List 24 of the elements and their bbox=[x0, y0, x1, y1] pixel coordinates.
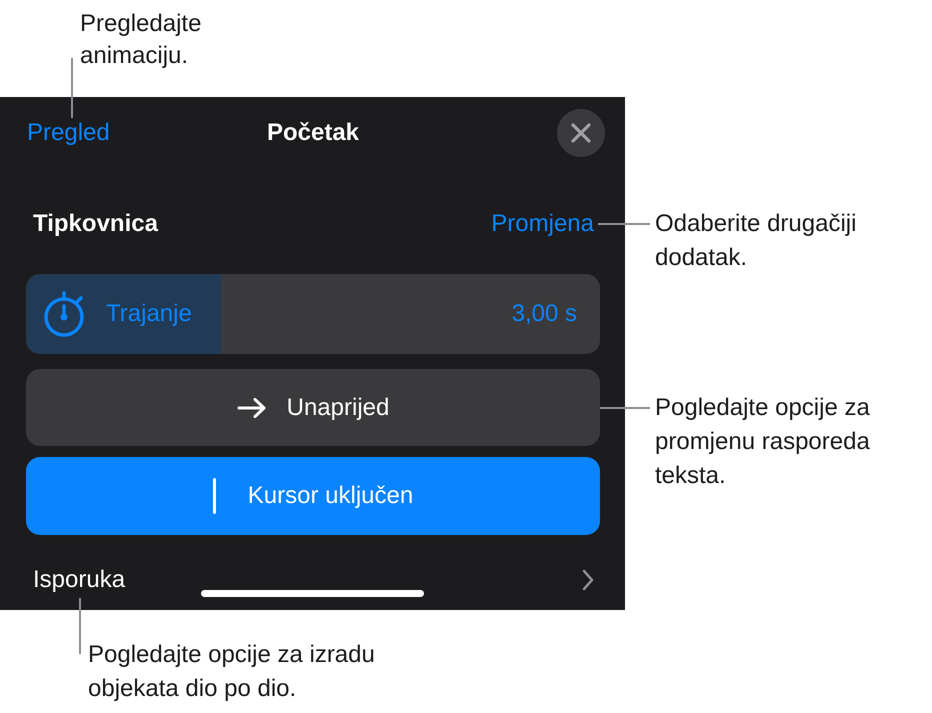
preview-button[interactable]: Pregled bbox=[27, 118, 110, 148]
text-cursor-icon bbox=[212, 478, 216, 514]
duration-label: Trajanje bbox=[106, 300, 192, 328]
cursor-toggle-button[interactable]: Kursor uključen bbox=[26, 457, 600, 535]
callout-text: Odaberite drugačiji dodatak. bbox=[655, 209, 858, 273]
close-button[interactable] bbox=[557, 109, 605, 157]
panel-title: Početak bbox=[266, 119, 360, 147]
chevron-right-icon[interactable] bbox=[582, 569, 594, 591]
callout-text: Pregledajte animaciju. bbox=[80, 9, 202, 71]
leader-line bbox=[71, 58, 73, 118]
leader-line bbox=[79, 598, 81, 654]
effect-name: Tipkovnica bbox=[33, 210, 158, 238]
leader-line bbox=[598, 223, 650, 225]
duration-slider[interactable]: Trajanje 3,00 s bbox=[26, 274, 600, 354]
callout-text: Pogledajte opcije za izradu objekata dio po dio. bbox=[88, 640, 376, 704]
delivery-label[interactable]: Isporuka bbox=[33, 566, 126, 594]
stopwatch-icon bbox=[42, 291, 86, 337]
right-arrow-icon bbox=[236, 396, 267, 418]
leader-line bbox=[600, 407, 650, 409]
callout-text: Pogledajte opcije za promjenu rasporeda teksta. bbox=[655, 393, 871, 491]
close-icon bbox=[571, 123, 591, 143]
direction-button[interactable]: Unaprijed bbox=[26, 369, 600, 446]
change-button[interactable]: Promjena bbox=[491, 209, 594, 239]
duration-value: 3,00 s bbox=[512, 300, 577, 328]
